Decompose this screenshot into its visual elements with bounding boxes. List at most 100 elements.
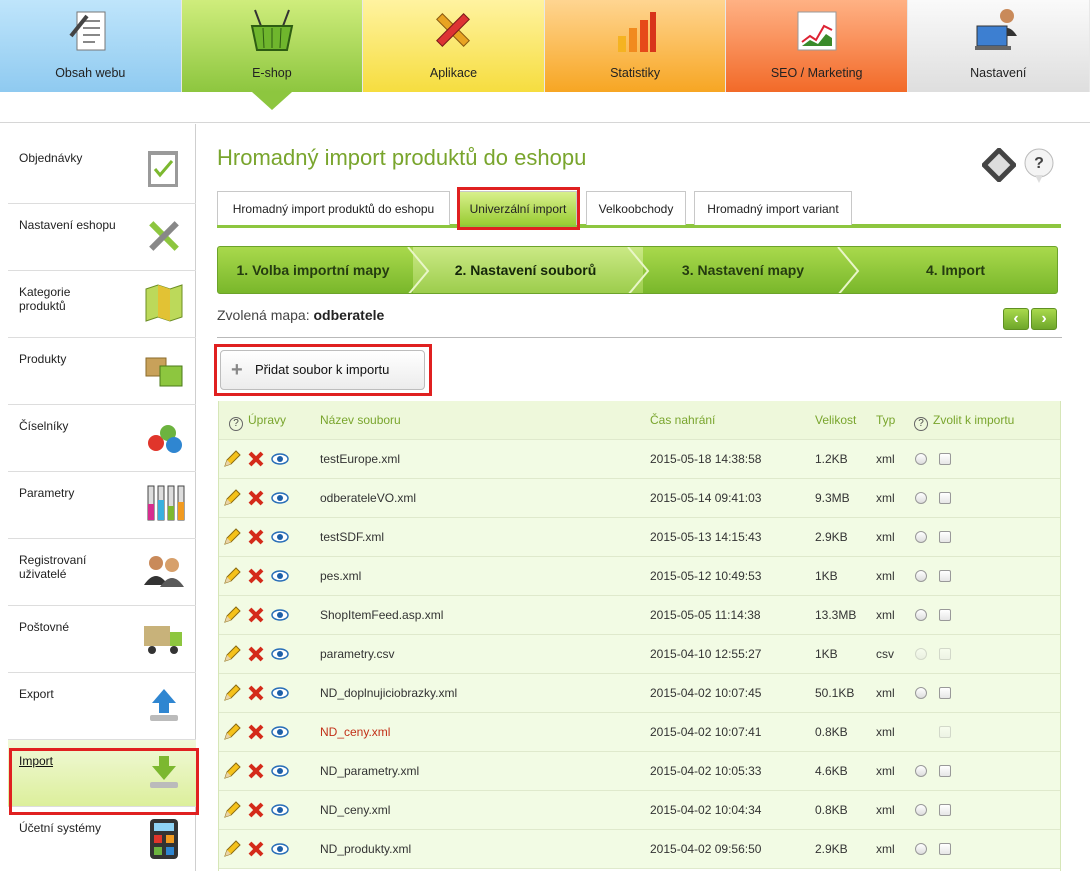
select-checkbox[interactable]	[939, 453, 951, 465]
table-row: ND_ceny.xml 2015-04-02 10:04:34 0.8KB xml	[219, 791, 1060, 830]
sidebar-item-parametry[interactable]: Parametry	[8, 472, 196, 539]
delete-icon[interactable]	[247, 801, 265, 819]
sidebar-item-produkty[interactable]: Produkty	[8, 338, 196, 405]
file-type: xml	[876, 686, 895, 700]
delete-icon[interactable]	[247, 723, 265, 741]
select-checkbox[interactable]	[939, 531, 951, 543]
tools-icon	[436, 13, 471, 47]
prev-step-button[interactable]: ‹	[1003, 308, 1029, 330]
edit-icon[interactable]	[223, 801, 241, 819]
sidebar-item-label: Produkty	[19, 352, 67, 366]
edit-icon[interactable]	[223, 489, 241, 507]
edit-icon[interactable]	[223, 840, 241, 858]
delete-icon[interactable]	[247, 762, 265, 780]
view-icon[interactable]	[271, 528, 289, 546]
select-checkbox[interactable]	[939, 765, 951, 777]
delete-icon[interactable]	[247, 567, 265, 585]
edit-icon[interactable]	[223, 528, 241, 546]
delete-icon[interactable]	[247, 840, 265, 858]
tab-hromadny-import-variant[interactable]: Hromadný import variant	[694, 191, 852, 225]
topnav-statistiky[interactable]: Statistiky	[544, 0, 727, 92]
table-row: ND_parametry.xml 2015-04-02 10:05:33 4.6KB…	[219, 752, 1060, 791]
sidebar-item-objednavky[interactable]: Objednávky	[8, 137, 196, 204]
view-icon[interactable]	[271, 801, 289, 819]
select-radio[interactable]	[915, 804, 927, 816]
page-title: Hromadný import produktů do eshopu	[217, 145, 587, 170]
sidebar-item-nastaveni-eshopu[interactable]: Nastavení eshopu	[8, 204, 196, 271]
select-radio[interactable]	[915, 570, 927, 582]
select-radio[interactable]	[915, 492, 927, 504]
select-checkbox[interactable]	[939, 648, 951, 660]
select-checkbox[interactable]	[939, 570, 951, 582]
help-icon[interactable]: ?	[1023, 147, 1055, 185]
delete-icon[interactable]	[247, 450, 265, 468]
select-radio[interactable]	[915, 687, 927, 699]
select-checkbox[interactable]	[939, 726, 951, 738]
edit-icon[interactable]	[223, 684, 241, 702]
sidebar-item-label: Kategorie produktů	[19, 285, 71, 313]
view-icon[interactable]	[271, 606, 289, 624]
select-radio[interactable]	[915, 609, 927, 621]
delete-icon[interactable]	[247, 606, 265, 624]
sidebar-item-registrovani-uzivatele[interactable]: Registrovaní uživatelé	[8, 539, 196, 606]
file-name: ND_ceny.xml	[320, 803, 391, 817]
help-icon[interactable]: ?	[914, 417, 928, 431]
select-radio[interactable]	[915, 648, 927, 660]
select-radio[interactable]	[915, 453, 927, 465]
edit-icon[interactable]	[223, 606, 241, 624]
view-icon[interactable]	[271, 840, 289, 858]
sidebar-item-label: Parametry	[19, 486, 75, 500]
topnav-aplikace[interactable]: Aplikace	[363, 0, 545, 92]
edit-icon[interactable]	[223, 723, 241, 741]
view-icon[interactable]	[271, 762, 289, 780]
video-help-icon[interactable]	[982, 148, 1016, 182]
numbers-icon	[148, 425, 182, 453]
help-icon[interactable]: ?	[229, 417, 243, 431]
file-name: ND_produkty.xml	[320, 842, 412, 856]
sidebar-item-postovne[interactable]: Poštovné	[8, 606, 196, 673]
sidebar-item-ucetni-systemy[interactable]: Účetní systémy	[8, 807, 196, 874]
edit-icon[interactable]	[223, 762, 241, 780]
basket-icon	[250, 9, 294, 51]
delete-icon[interactable]	[247, 645, 265, 663]
select-checkbox[interactable]	[939, 609, 951, 621]
highlight-add-button	[214, 344, 432, 396]
select-checkbox[interactable]	[939, 492, 951, 504]
edit-icon[interactable]	[223, 450, 241, 468]
select-checkbox[interactable]	[939, 843, 951, 855]
topnav-obsah-webu[interactable]: Obsah webu	[0, 0, 182, 92]
sidebar-item-export[interactable]: Export	[8, 673, 196, 740]
view-icon[interactable]	[271, 489, 289, 507]
topnav-nastaveni[interactable]: Nastavení	[907, 0, 1090, 92]
divider	[217, 337, 1062, 338]
sidebar-item-kategorie[interactable]: Kategorie produktů	[8, 271, 196, 338]
table-row: ND_doplnujiciobrazky.xml 2015-04-02 10:07…	[219, 674, 1060, 713]
sidebar-item-label: Nastavení eshopu	[19, 218, 116, 232]
select-radio[interactable]	[915, 531, 927, 543]
edit-icon[interactable]	[223, 645, 241, 663]
delete-icon[interactable]	[247, 684, 265, 702]
delete-icon[interactable]	[247, 489, 265, 507]
users-icon	[144, 556, 184, 587]
view-icon[interactable]	[271, 567, 289, 585]
tab-velkoobchody[interactable]: Velkoobchody	[586, 191, 686, 225]
select-radio[interactable]	[915, 843, 927, 855]
topnav-e-shop[interactable]: E-shop	[181, 0, 364, 110]
edit-icon[interactable]	[223, 567, 241, 585]
file-size: 50.1KB	[815, 686, 855, 700]
view-icon[interactable]	[271, 723, 289, 741]
delete-icon[interactable]	[247, 528, 265, 546]
select-radio[interactable]	[915, 765, 927, 777]
select-checkbox[interactable]	[939, 687, 951, 699]
tab-hromadny-import[interactable]: Hromadný import produktů do eshopu	[217, 191, 450, 225]
next-step-button[interactable]: ›	[1031, 308, 1057, 330]
sidebar-item-ciselniky[interactable]: Číselníky	[8, 405, 196, 472]
upload-time: 2015-05-05 11:14:38	[650, 608, 761, 622]
topnav-seo-marketing[interactable]: SEO / Marketing	[726, 0, 908, 92]
view-icon[interactable]	[271, 645, 289, 663]
map-icon	[145, 284, 183, 322]
view-icon[interactable]	[271, 684, 289, 702]
file-size: 13.3MB	[815, 608, 857, 622]
select-checkbox[interactable]	[939, 804, 951, 816]
view-icon[interactable]	[271, 450, 289, 468]
